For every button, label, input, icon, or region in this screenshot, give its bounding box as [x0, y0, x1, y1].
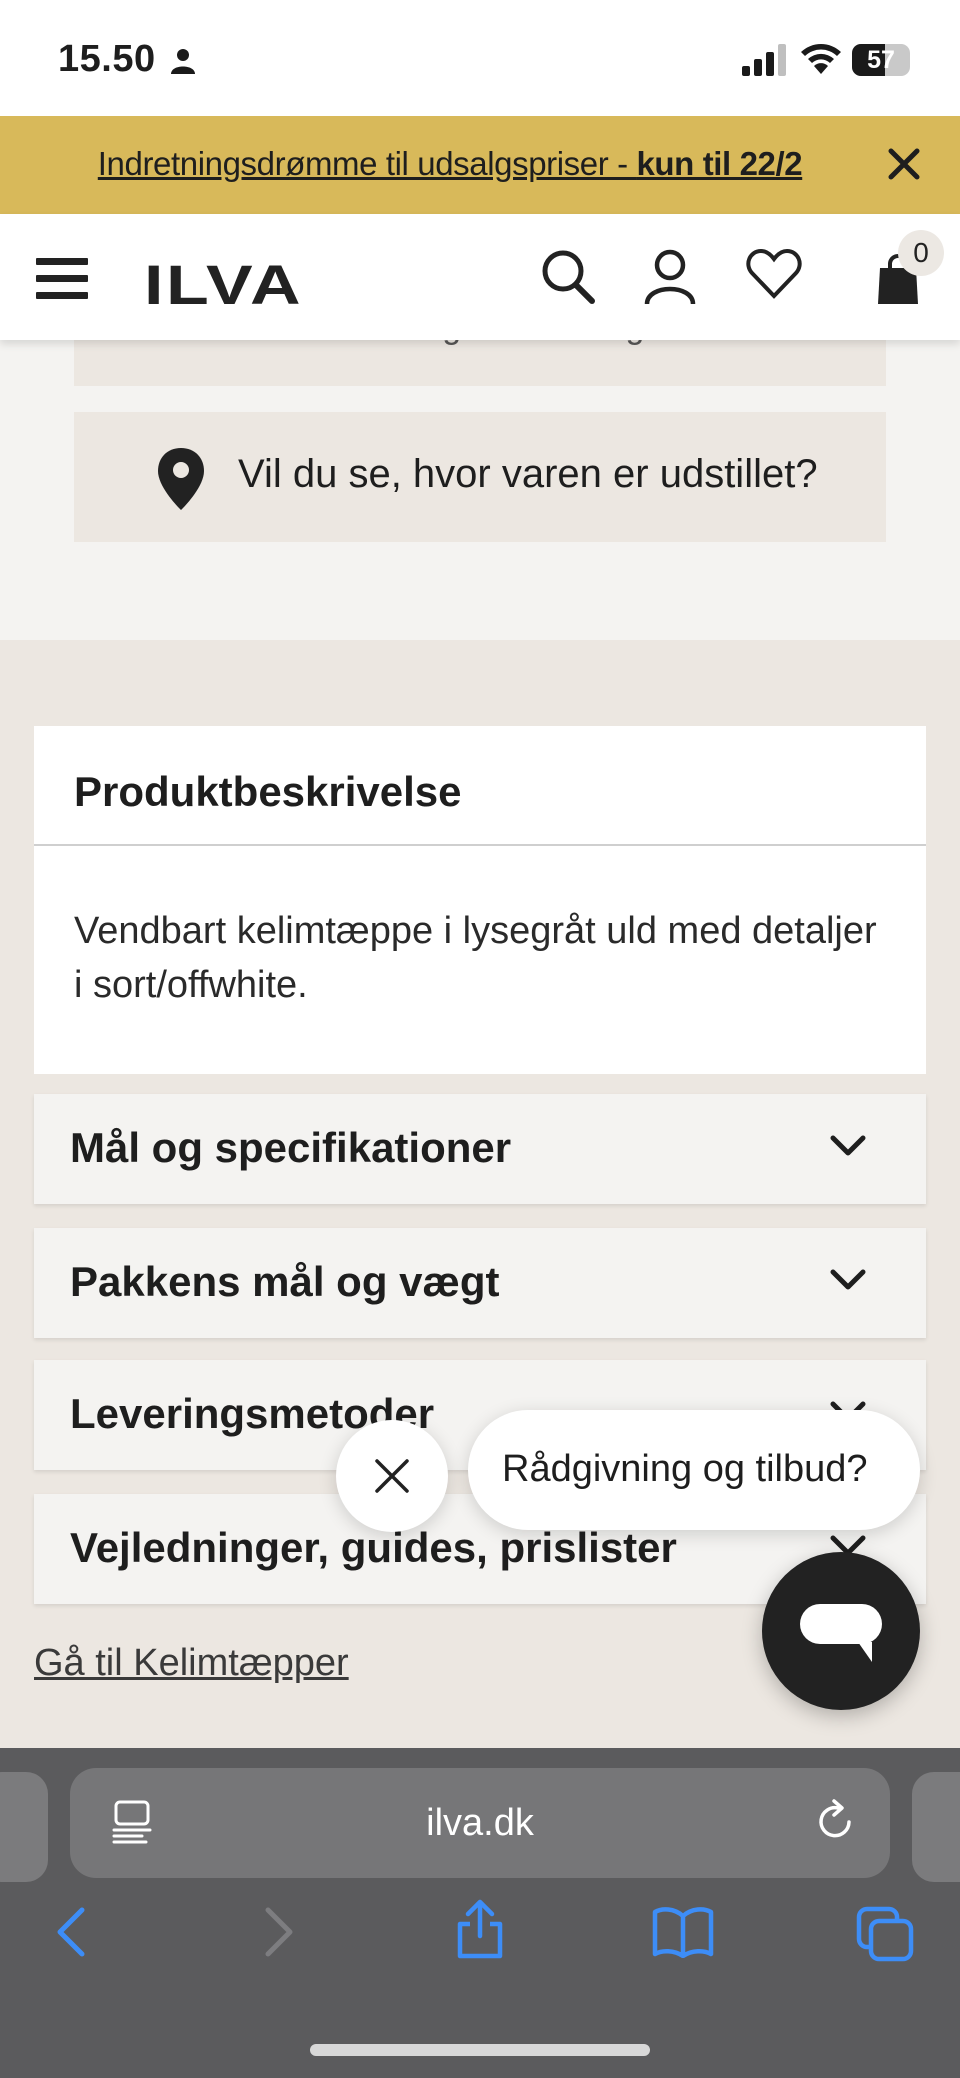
- accordion-label: Vejledninger, guides, prislister: [70, 1524, 677, 1571]
- next-tab-preview[interactable]: [912, 1772, 960, 1882]
- promo-link[interactable]: Indretningsdrømme til udsalgspriser - ku…: [0, 145, 900, 183]
- cart-count-badge: 0: [898, 230, 944, 276]
- wifi-icon: [801, 44, 841, 74]
- chat-prompt-bubble[interactable]: Rådgivning og tilbud?: [468, 1410, 920, 1530]
- signal-icon: [742, 44, 786, 76]
- description-text: Vendbart kelimtæppe i lysegråt uld med d…: [74, 910, 877, 1006]
- browser-toolbar: ilva.dk: [0, 1748, 960, 2078]
- share-icon[interactable]: [454, 1898, 506, 1960]
- description-title: Produktbeskrivelse: [74, 768, 462, 815]
- promo-highlight: kun til 22/2: [636, 145, 803, 182]
- accordion-label: Pakkens mål og vægt: [70, 1258, 500, 1305]
- accordion-label: Mål og specifikationer: [70, 1124, 512, 1171]
- logo[interactable]: ILVA: [144, 252, 303, 317]
- search-icon[interactable]: [540, 248, 596, 306]
- tabs-icon[interactable]: [856, 1906, 914, 1962]
- menu-icon[interactable]: [36, 258, 88, 300]
- site-header: ILVA 0: [0, 214, 960, 340]
- previous-tab-preview[interactable]: [0, 1772, 48, 1882]
- category-link[interactable]: Gå til Kelimtæpper: [34, 1642, 349, 1685]
- forward-icon: [265, 1907, 293, 1957]
- divider: [34, 844, 926, 846]
- address-bar[interactable]: ilva.dk: [70, 1768, 890, 1878]
- chat-prompt-text: Rådgivning og tilbud?: [502, 1448, 868, 1490]
- location-pin-icon: [158, 448, 204, 510]
- accordion-package[interactable]: Pakkens mål og vægt: [34, 1228, 926, 1338]
- chat-button[interactable]: [762, 1552, 920, 1710]
- person-icon: [171, 49, 195, 74]
- back-icon[interactable]: [54, 1906, 88, 1958]
- reload-icon[interactable]: [816, 1798, 856, 1842]
- accordion-specifications[interactable]: Mål og specifikationer: [34, 1094, 926, 1204]
- battery-level: 57: [867, 46, 895, 74]
- promo-banner[interactable]: Indretningsdrømme til udsalgspriser - ku…: [0, 116, 960, 214]
- bookmarks-icon[interactable]: [652, 1906, 714, 1958]
- chevron-down-icon: [830, 1269, 866, 1290]
- status-bar: 15.50 57: [0, 0, 960, 116]
- account-icon[interactable]: [642, 248, 698, 306]
- promo-text: Indretningsdrømme til udsalgspriser -: [97, 145, 637, 182]
- home-indicator[interactable]: [310, 2044, 650, 2056]
- heart-icon[interactable]: [746, 248, 802, 300]
- close-icon[interactable]: [886, 146, 922, 182]
- chat-bubble-icon: [800, 1604, 882, 1662]
- product-description-card: Produktbeskrivelse Vendbart kelimtæppe i…: [34, 726, 926, 1074]
- chevron-down-icon: [830, 1135, 866, 1156]
- status-time: 15.50: [58, 38, 156, 80]
- close-icon: [375, 1459, 409, 1493]
- showroom-button[interactable]: Vil du se, hvor varen er udstillet?: [74, 412, 886, 542]
- chat-dismiss-button[interactable]: [336, 1420, 448, 1532]
- url-text: ilva.dk: [426, 1802, 534, 1844]
- showroom-label: Vil du se, hvor varen er udstillet?: [238, 452, 818, 496]
- battery-icon: 57: [852, 44, 910, 76]
